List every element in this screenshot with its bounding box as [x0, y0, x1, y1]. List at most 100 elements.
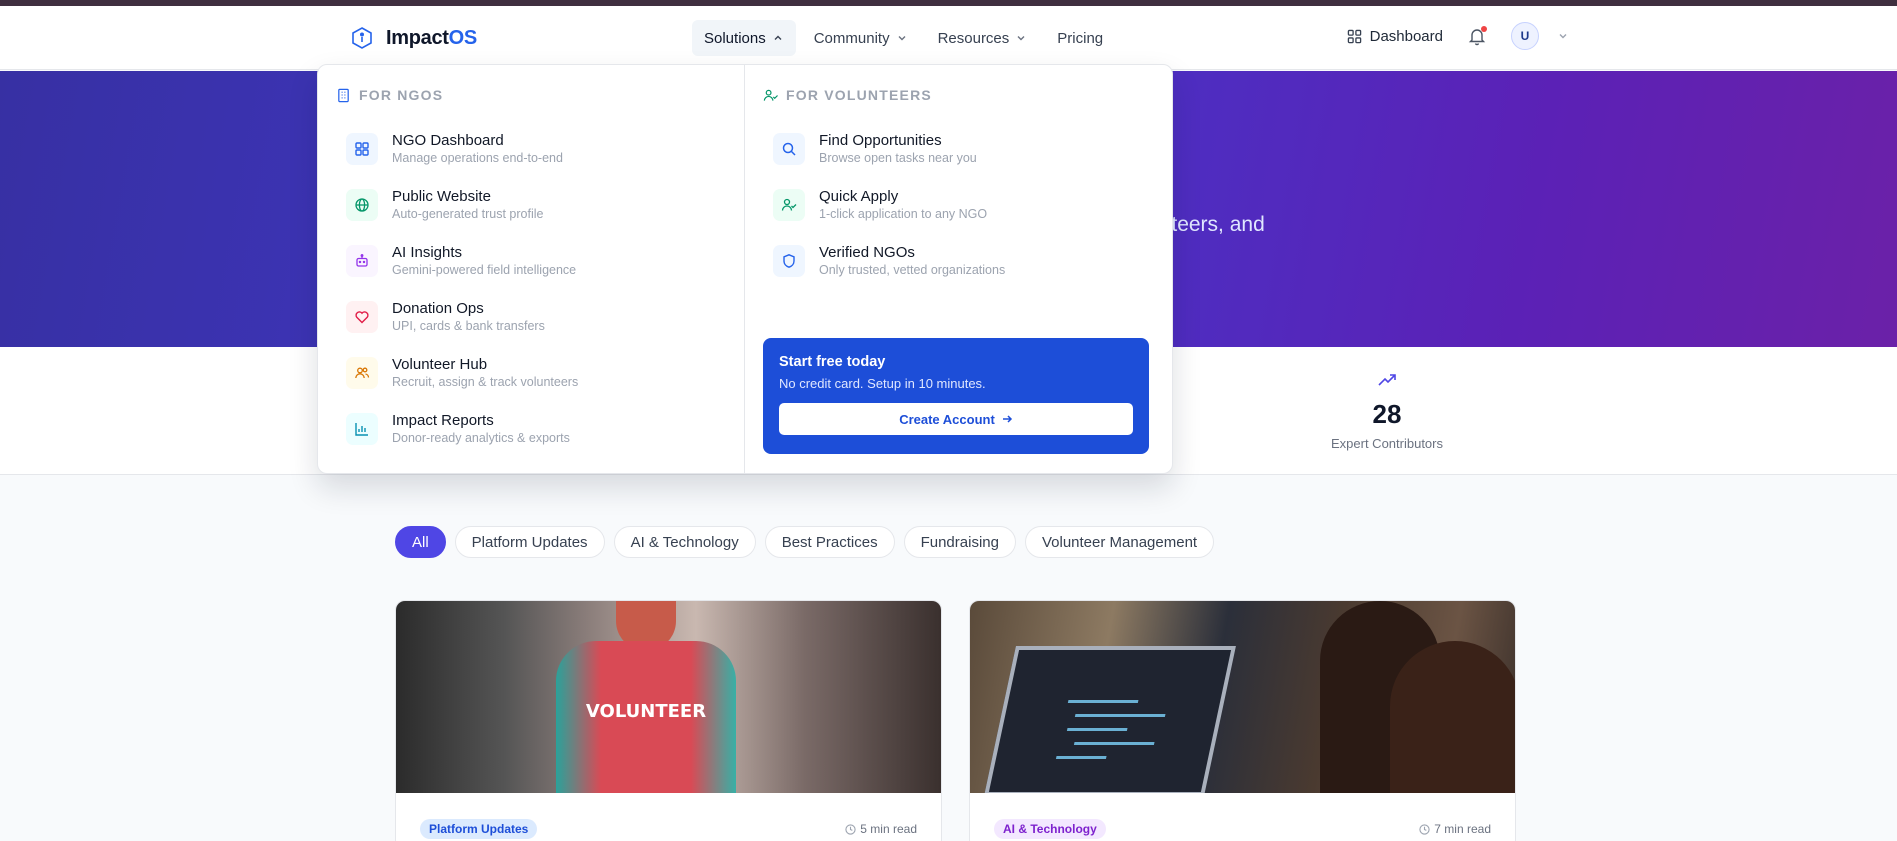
image-code-line — [1055, 756, 1107, 759]
menu-item-public-website[interactable]: Public Website Auto-generated trust prof… — [336, 177, 726, 233]
avatar: U — [1511, 22, 1539, 50]
menu-item-title: Quick Apply — [819, 188, 899, 205]
menu-item-title: Volunteer Hub — [392, 356, 488, 373]
search-icon — [773, 133, 805, 165]
filter-chip-fundraising[interactable]: Fundraising — [903, 526, 1016, 558]
read-time: 5 min read — [845, 822, 917, 836]
nav-pricing[interactable]: Pricing — [1045, 20, 1115, 56]
nav-solutions[interactable]: Solutions — [692, 20, 796, 56]
hexagon-logo-icon — [352, 27, 372, 49]
ngo-heading-label: FOR NGOS — [359, 87, 444, 103]
bar-chart-icon — [346, 413, 378, 445]
nav-resources-label: Resources — [937, 29, 1010, 47]
nav-pricing-label: Pricing — [1057, 29, 1104, 47]
read-time: 7 min read — [1419, 822, 1491, 836]
stat-label: Expert Contributors — [1331, 436, 1443, 451]
grid-icon — [1347, 29, 1361, 43]
jersey-text: VOLUNTEER — [585, 701, 707, 722]
notifications-button[interactable] — [1467, 26, 1487, 46]
image-figure-jersey: VOLUNTEER — [556, 641, 736, 793]
read-time-label: 7 min read — [1434, 822, 1491, 836]
navbar: ImpactOS Solutions Community Resources P… — [0, 6, 1897, 70]
chevron-down-icon — [898, 36, 906, 41]
menu-item-desc: Auto-generated trust profile — [392, 207, 544, 221]
ngo-heading: FOR NGOS — [336, 87, 726, 103]
image-code-line — [1066, 728, 1128, 731]
article-card[interactable]: AI & Technology 7 min read — [969, 600, 1516, 841]
nav-actions: Dashboard U — [1347, 22, 1569, 50]
main-nav: Solutions Community Resources Pricing — [692, 20, 1115, 56]
category-badge: AI & Technology — [994, 819, 1106, 839]
volunteers-heading-label: FOR VOLUNTEERS — [786, 87, 932, 103]
filter-chip-all[interactable]: All — [395, 526, 446, 558]
menu-item-desc: Recruit, assign & track volunteers — [392, 375, 579, 389]
image-person — [1390, 641, 1515, 793]
article-image — [970, 601, 1515, 793]
building-icon — [338, 88, 349, 102]
menu-item-verified-ngos[interactable]: Verified NGOs Only trusted, vetted organ… — [763, 233, 1154, 289]
article-meta: AI & Technology 7 min read — [994, 819, 1491, 839]
arrow-right-icon — [1002, 415, 1012, 423]
volunteers-heading: FOR VOLUNTEERS — [763, 87, 1154, 103]
nav-community[interactable]: Community — [802, 20, 920, 56]
filter-chip-ai-technology[interactable]: AI & Technology — [613, 526, 756, 558]
menu-item-title: Public Website — [392, 188, 491, 205]
menu-item-quick-apply[interactable]: Quick Apply 1-click application to any N… — [763, 177, 1154, 233]
dashboard-button[interactable]: Dashboard — [1347, 28, 1443, 45]
clock-icon — [845, 823, 856, 835]
notification-dot — [1481, 26, 1487, 32]
user-plus-icon — [763, 89, 778, 101]
nav-resources[interactable]: Resources — [926, 20, 1040, 56]
heart-icon — [346, 301, 378, 333]
menu-item-desc: Only trusted, vetted organizations — [819, 263, 1006, 277]
menu-item-volunteer-hub[interactable]: Volunteer Hub Recruit, assign & track vo… — [336, 345, 726, 401]
menu-item-title: Impact Reports — [392, 412, 494, 429]
create-account-button[interactable]: Create Account — [779, 403, 1133, 435]
create-account-label: Create Account — [899, 411, 995, 427]
menu-item-ngo-dashboard[interactable]: NGO Dashboard Manage operations end-to-e… — [336, 121, 726, 177]
menu-item-desc: 1-click application to any NGO — [819, 207, 988, 221]
menu-item-title: NGO Dashboard — [392, 132, 504, 149]
start-free-cta: Start free today No credit card. Setup i… — [763, 338, 1149, 454]
menu-item-desc: Browse open tasks near you — [819, 151, 977, 165]
menu-item-title: Find Opportunities — [819, 132, 942, 149]
category-badge: Platform Updates — [420, 819, 538, 839]
clock-icon — [1419, 823, 1430, 835]
solutions-dropdown: FOR NGOS NGO Dashboard Manage operations… — [317, 64, 1173, 474]
menu-item-desc: Donor-ready analytics & exports — [392, 431, 570, 445]
menu-item-ai-insights[interactable]: AI Insights Gemini-powered field intelli… — [336, 233, 726, 289]
brand-name: ImpactOS — [386, 26, 477, 49]
chevron-down-icon — [1559, 34, 1567, 39]
cta-title: Start free today — [779, 354, 886, 370]
cta-subtitle: No credit card. Setup in 10 minutes. — [779, 376, 986, 391]
article-card[interactable]: VOLUNTEER Platform Updates 5 min read — [395, 600, 942, 841]
nav-solutions-label: Solutions — [704, 29, 766, 47]
menu-item-donation-ops[interactable]: Donation Ops UPI, cards & bank transfers — [336, 289, 726, 345]
filter-chip-best-practices[interactable]: Best Practices — [764, 526, 895, 558]
image-code-line — [1074, 714, 1166, 717]
menu-item-find-opportunities[interactable]: Find Opportunities Browse open tasks nea… — [763, 121, 1154, 177]
chevron-down-icon — [1017, 36, 1025, 41]
menu-item-title: Verified NGOs — [819, 244, 915, 261]
brand-logo[interactable]: ImpactOS — [350, 26, 477, 50]
nav-community-label: Community — [813, 29, 890, 47]
user-check-icon — [773, 189, 805, 221]
trending-up-icon — [1378, 374, 1396, 386]
stat-expert-contributors: 28 Expert Contributors — [1320, 371, 1454, 451]
filter-chip-platform-updates[interactable]: Platform Updates — [454, 526, 605, 558]
image-laptop — [984, 646, 1236, 793]
user-menu[interactable]: U — [1511, 22, 1569, 50]
article-image: VOLUNTEER — [396, 601, 941, 793]
menu-item-impact-reports[interactable]: Impact Reports Donor-ready analytics & e… — [336, 401, 726, 457]
read-time-label: 5 min read — [860, 822, 917, 836]
shield-icon — [773, 245, 805, 277]
menu-item-desc: Gemini-powered field intelligence — [392, 263, 577, 277]
chevron-up-icon — [774, 35, 782, 40]
menu-item-title: Donation Ops — [392, 300, 484, 317]
image-code-line — [1073, 742, 1155, 745]
menu-item-desc: Manage operations end-to-end — [392, 151, 563, 165]
stat-value: 28 — [1372, 399, 1402, 429]
image-code-line — [1067, 700, 1139, 703]
volunteer-column: FOR VOLUNTEERS Find Opportunities Browse… — [745, 65, 1172, 473]
filter-chip-volunteer-management[interactable]: Volunteer Management — [1024, 526, 1215, 558]
